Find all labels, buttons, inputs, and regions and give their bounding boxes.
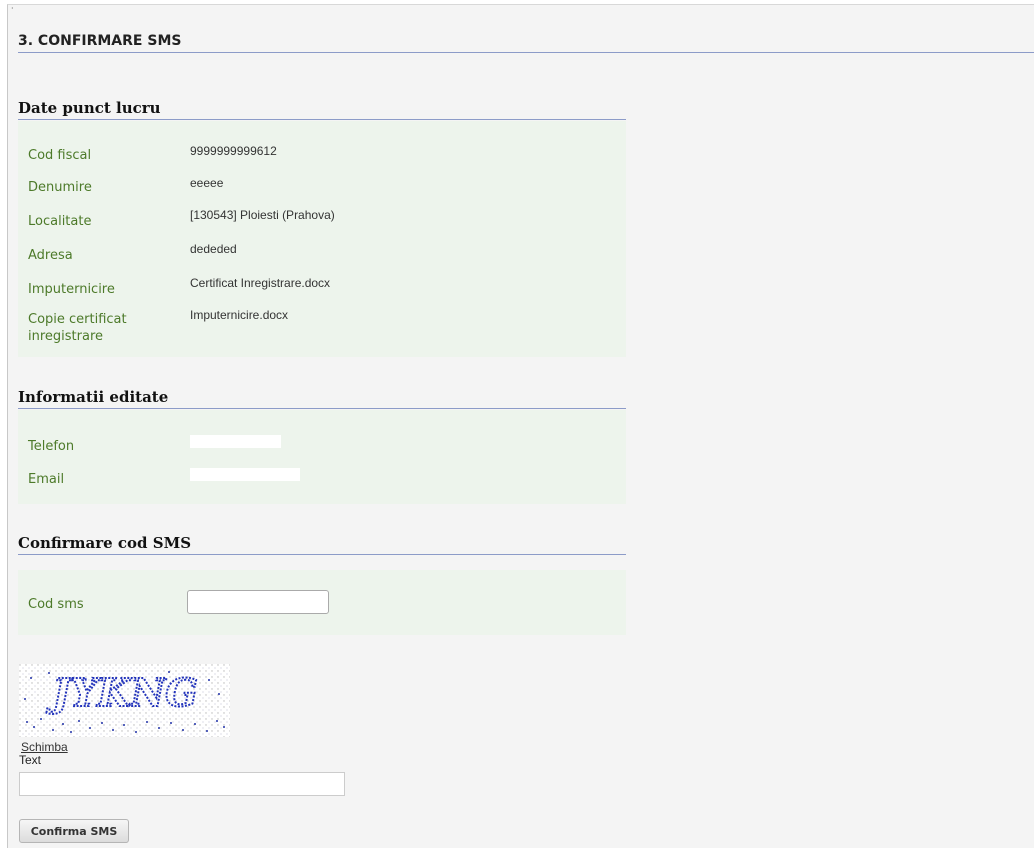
label-cod-sms: Cod sms (28, 597, 84, 612)
change-captcha-link[interactable]: Schimba (21, 740, 68, 754)
captcha-text: JYKNG (46, 670, 197, 715)
value-telefon (190, 435, 281, 448)
confirmare-panel: Cod sms (18, 570, 626, 635)
captcha-image: JYKNG (19, 664, 230, 737)
value-imputernicire[interactable]: Certificat Inregistrare.docx (190, 276, 330, 291)
label-email: Email (28, 472, 65, 487)
label-denumire: Denumire (28, 180, 92, 195)
section-title-informatii: Informatii editate (18, 388, 626, 409)
section-title-date-punct: Date punct lucru (18, 99, 626, 120)
label-localitate: Localitate (28, 214, 92, 229)
page-content: · 3. CONFIRMARE SMS Date punct lucru Cod… (7, 4, 1034, 848)
label-adresa: Adresa (28, 248, 73, 263)
captcha-text-input[interactable] (19, 772, 345, 796)
value-email (190, 468, 300, 481)
captcha-svg: JYKNG (19, 664, 230, 737)
label-telefon: Telefon (28, 439, 75, 454)
page-title: 3. CONFIRMARE SMS (18, 33, 1034, 53)
value-cod-fiscal: 9999999999612 (190, 144, 277, 158)
value-localitate: [130543] Ploiesti (Prahova) (190, 208, 335, 222)
cod-sms-input[interactable] (187, 590, 329, 614)
label-cod-fiscal: Cod fiscal (28, 148, 92, 163)
date-punct-panel: Cod fiscal 9999999999612 Denumire eeeee … (18, 121, 626, 357)
informatii-panel: Telefon Email (18, 410, 626, 504)
value-denumire: eeeee (190, 176, 224, 190)
label-copie-certificat: Copie certificat inregistrare (28, 312, 127, 344)
corner-mark: · (11, 4, 14, 13)
value-copie-certificat[interactable]: Imputernicire.docx (190, 308, 288, 323)
section-title-confirmare: Confirmare cod SMS (18, 534, 626, 555)
captcha-text-label: Text (19, 753, 42, 767)
confirm-sms-button[interactable]: Confirma SMS (19, 819, 129, 843)
label-imputernicire: Imputernicire (28, 282, 115, 297)
value-adresa: dededed (190, 242, 237, 256)
